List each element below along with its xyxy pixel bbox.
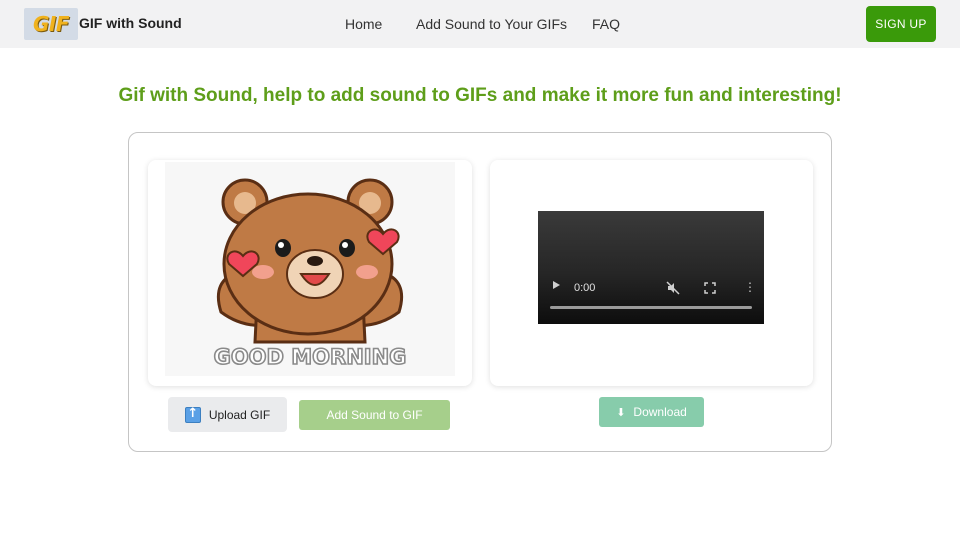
- page-headline: Gif with Sound, help to add sound to GIF…: [118, 85, 842, 106]
- download-label: Download: [633, 405, 687, 419]
- video-time: 0:00: [574, 282, 596, 294]
- signup-button[interactable]: SIGN UP: [866, 6, 936, 42]
- more-icon[interactable]: ⋮: [744, 281, 756, 293]
- header: GIF GIF with Sound Home Add Sound to You…: [0, 0, 960, 48]
- play-icon[interactable]: [553, 281, 560, 289]
- logo-text: GIF: [32, 12, 70, 36]
- logo[interactable]: GIF: [24, 8, 78, 40]
- fullscreen-icon[interactable]: [704, 282, 716, 294]
- add-sound-button[interactable]: Add Sound to GIF: [299, 400, 450, 430]
- gif-caption: GOOD MORNING: [214, 345, 407, 369]
- nav-home[interactable]: Home: [345, 16, 382, 32]
- nav-add-sound[interactable]: Add Sound to Your GIFs: [416, 16, 567, 32]
- bear-left-eye-shine: [278, 242, 284, 248]
- bear-left-eye: [275, 239, 291, 257]
- bear-right-cheek: [356, 265, 378, 279]
- video-progress-bar[interactable]: [550, 306, 752, 309]
- mute-icon[interactable]: [666, 281, 680, 295]
- bear-gif-image: GOOD MORNING: [165, 162, 455, 376]
- download-icon: ⬇: [616, 405, 626, 419]
- bear-right-eye-shine: [342, 242, 348, 248]
- bear-right-eye: [339, 239, 355, 257]
- bear-nose: [307, 256, 323, 266]
- upload-icon: [184, 406, 201, 423]
- bear-left-cheek: [252, 265, 274, 279]
- brand-name[interactable]: GIF with Sound: [79, 15, 182, 31]
- download-button[interactable]: ⬇ Download: [599, 397, 704, 427]
- upload-gif-label: Upload GIF: [208, 407, 271, 422]
- upload-gif-button[interactable]: Upload GIF: [168, 397, 287, 432]
- nav-faq[interactable]: FAQ: [592, 16, 620, 32]
